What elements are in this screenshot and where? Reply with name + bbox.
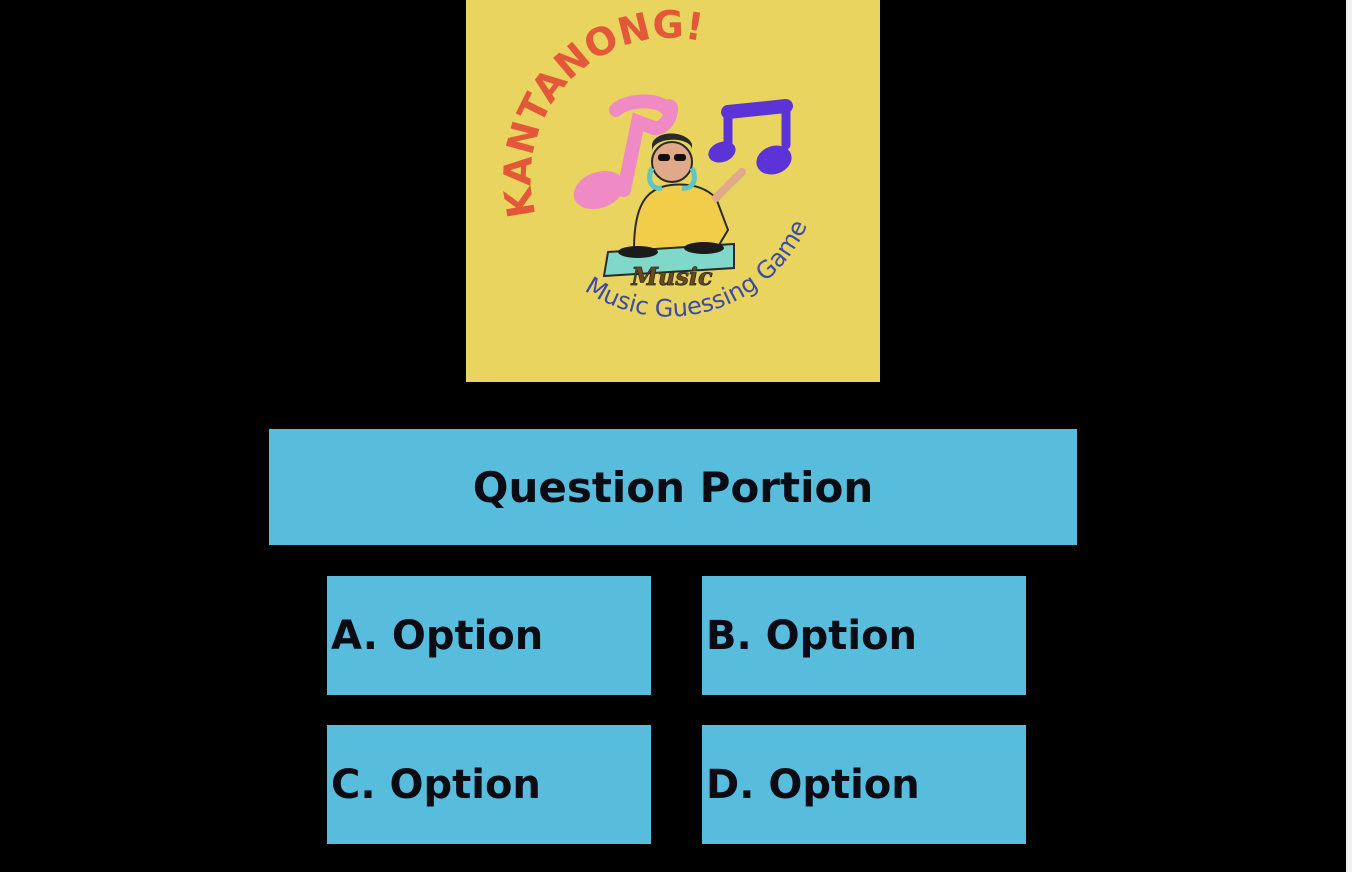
logo-badge: Music xyxy=(630,262,713,291)
option-d-label: D. Option xyxy=(706,761,920,808)
logo-illustration: KANTANONG! Music Music Guessing Game xyxy=(495,3,812,323)
option-a-label: A. Option xyxy=(331,612,544,659)
option-c-label: C. Option xyxy=(331,761,541,808)
option-a-button[interactable]: A. Option xyxy=(327,576,651,695)
question-panel: Question Portion xyxy=(269,429,1077,545)
option-d-button[interactable]: D. Option xyxy=(702,725,1026,844)
window-edge xyxy=(1346,0,1352,872)
option-b-button[interactable]: B. Option xyxy=(702,576,1026,695)
purple-music-note-icon xyxy=(708,99,793,175)
question-text: Question Portion xyxy=(472,462,874,512)
option-c-button[interactable]: C. Option xyxy=(327,725,651,844)
game-screen: KANTANONG! Music Music Guessing Game Que… xyxy=(0,0,1352,872)
game-logo: KANTANONG! Music Music Guessing Game xyxy=(466,0,880,382)
option-b-label: B. Option xyxy=(706,612,918,659)
